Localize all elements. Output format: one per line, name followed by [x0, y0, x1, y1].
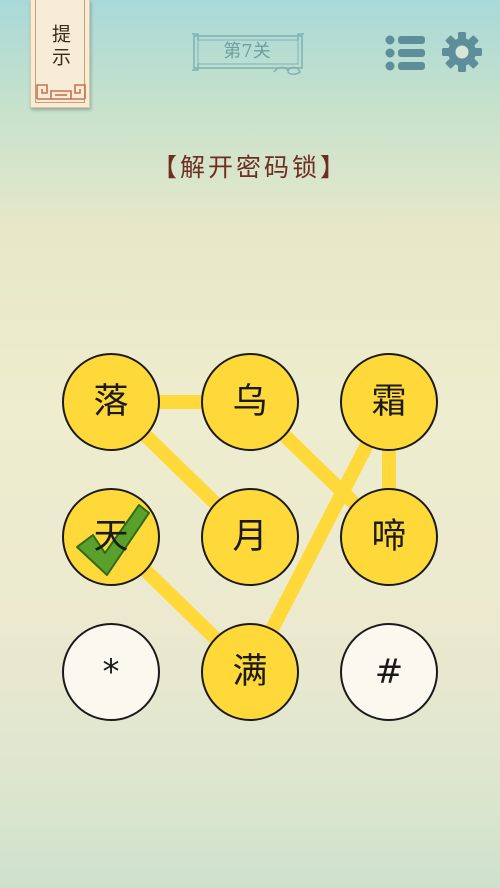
lock-grid: [62, 353, 438, 721]
lock-node-n9[interactable]: [340, 623, 438, 721]
lock-node-n6[interactable]: [340, 488, 438, 586]
lock-node-n7[interactable]: [62, 623, 160, 721]
lock-node-n8[interactable]: [201, 623, 299, 721]
lock-node-n1[interactable]: [62, 353, 160, 451]
lock-node-n2[interactable]: [201, 353, 299, 451]
lock-node-n5[interactable]: [201, 488, 299, 586]
lock-node-n3[interactable]: [340, 353, 438, 451]
